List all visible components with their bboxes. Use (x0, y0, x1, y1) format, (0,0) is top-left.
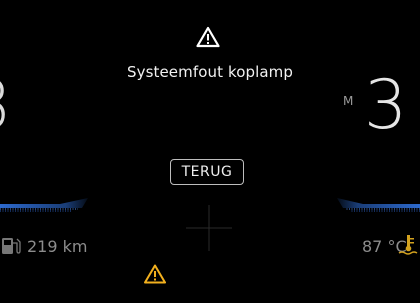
speed-gauge-bar (0, 198, 88, 212)
speed-digit: 8 (0, 72, 11, 140)
fuel-range-readout: 219 km (27, 237, 88, 256)
gear-indicator: 3 (364, 66, 408, 145)
coolant-temperature-icon (398, 235, 418, 255)
gear-mode-label: M (343, 94, 354, 108)
warning-triangle-icon (196, 26, 220, 48)
crosshair-icon (186, 205, 232, 251)
fuel-pump-icon (2, 238, 21, 254)
rpm-gauge-bar (337, 198, 420, 212)
warning-message: Systeemfout koplamp (126, 63, 294, 81)
instrument-cluster: Systeemfout koplamp 8 M 3 TERUG (0, 0, 420, 303)
amber-warning-triangle-icon (144, 264, 166, 284)
back-button[interactable]: TERUG (170, 159, 244, 185)
